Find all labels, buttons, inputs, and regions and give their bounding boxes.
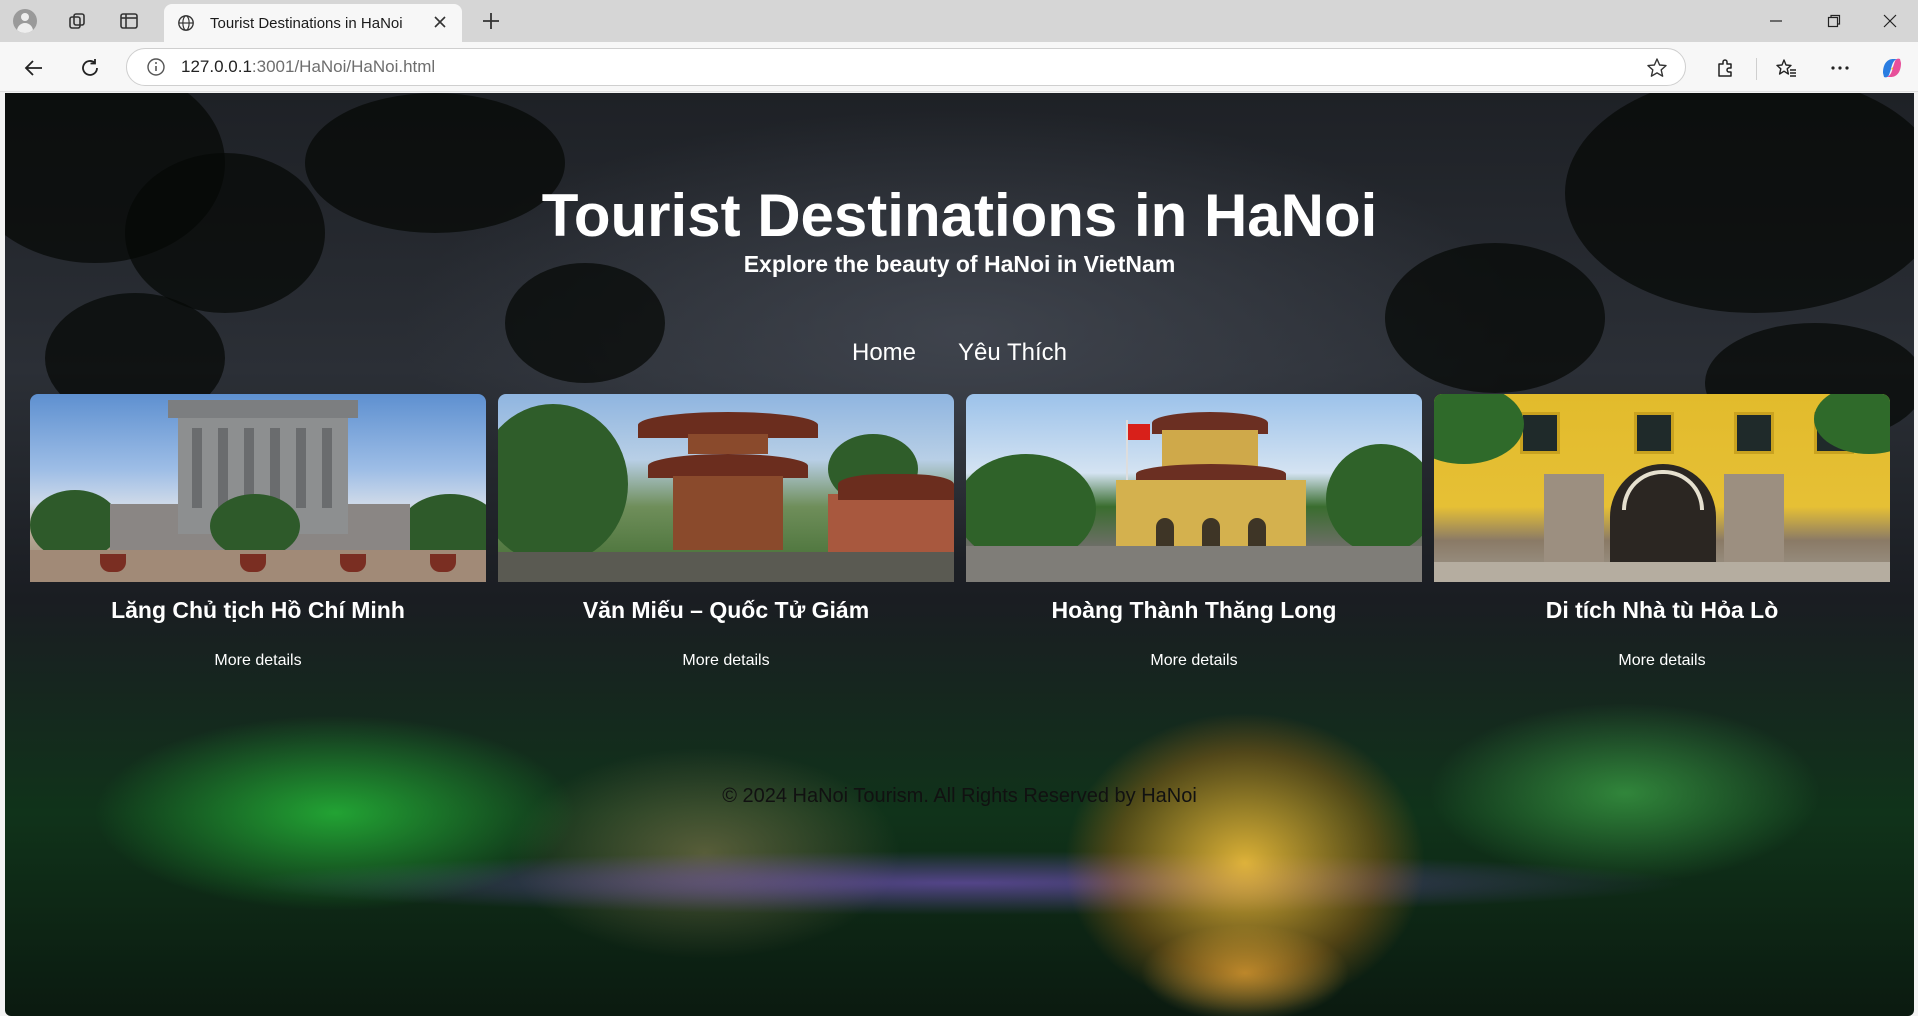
collections-icon[interactable] xyxy=(62,6,92,36)
destination-name: Văn Miếu – Quốc Tử Giám xyxy=(582,597,870,623)
url-path: :3001/HaNoi/HaNoi.html xyxy=(251,57,436,76)
browser-tab-bar: Tourist Destinations in HaNoi xyxy=(0,0,1918,42)
url-text: 127.0.0.1:3001/HaNoi/HaNoi.html xyxy=(181,57,435,77)
globe-icon xyxy=(176,13,196,33)
url-host: 127.0.0.1 xyxy=(181,57,252,76)
copilot-icon[interactable] xyxy=(1876,52,1908,84)
destination-card: Văn Miếu – Quốc Tử Giám More details xyxy=(498,394,954,669)
more-options-icon[interactable] xyxy=(1824,52,1856,84)
window-close-icon[interactable] xyxy=(1862,0,1918,42)
minimize-icon[interactable] xyxy=(1748,0,1804,42)
destination-name: Hoàng Thành Thăng Long xyxy=(1051,597,1337,623)
favorites-icon[interactable] xyxy=(1770,52,1802,84)
vertical-tabs-icon[interactable] xyxy=(114,6,144,36)
url-field[interactable]: 127.0.0.1:3001/HaNoi/HaNoi.html xyxy=(126,48,1686,86)
destination-photo[interactable] xyxy=(498,394,954,582)
page-subtitle: Explore the beauty of HaNoi in VietNam xyxy=(743,251,1176,277)
tab-close-icon[interactable] xyxy=(430,12,450,35)
main-menu: Home Yêu Thích xyxy=(5,339,1914,367)
destination-photo[interactable] xyxy=(30,394,486,582)
profile-icon[interactable] xyxy=(10,6,40,36)
page-viewport: Tourist Destinations in HaNoi Explore th… xyxy=(5,93,1914,1016)
destination-card: Di tích Nhà tù Hỏa Lò More details xyxy=(1434,394,1890,669)
more-details-link[interactable]: More details xyxy=(1434,652,1890,670)
site-info-icon[interactable] xyxy=(145,56,167,78)
more-details-link[interactable]: More details xyxy=(966,652,1422,670)
new-tab-button[interactable] xyxy=(476,6,506,36)
destination-cards: Lăng Chủ tịch Hồ Chí Minh More details V… xyxy=(30,394,1890,669)
page-footer: © 2024 HaNoi Tourism. All Rights Reserve… xyxy=(722,785,1197,807)
destination-photo[interactable] xyxy=(1434,394,1890,582)
destination-card: Hoàng Thành Thăng Long More details xyxy=(966,394,1422,669)
address-bar: 127.0.0.1:3001/HaNoi/HaNoi.html xyxy=(0,42,1918,92)
more-details-link[interactable]: More details xyxy=(30,652,486,670)
page-title: Tourist Destinations in HaNoi xyxy=(541,182,1378,249)
favorite-star-icon[interactable] xyxy=(1645,56,1669,80)
tab-title: Tourist Destinations in HaNoi xyxy=(210,14,403,32)
restore-icon[interactable] xyxy=(1806,0,1862,42)
back-arrow-icon[interactable] xyxy=(18,52,50,84)
active-tab[interactable]: Tourist Destinations in HaNoi xyxy=(164,4,462,42)
destination-photo[interactable] xyxy=(966,394,1422,582)
toolbar-separator xyxy=(1756,58,1757,80)
more-details-link[interactable]: More details xyxy=(498,652,954,670)
destination-name: Lăng Chủ tịch Hồ Chí Minh xyxy=(111,597,405,623)
destination-card: Lăng Chủ tịch Hồ Chí Minh More details xyxy=(30,394,486,669)
menu-home-link[interactable]: Home xyxy=(852,339,916,367)
menu-favorites-link[interactable]: Yêu Thích xyxy=(958,339,1067,367)
destination-name: Di tích Nhà tù Hỏa Lò xyxy=(1545,597,1779,623)
reload-icon[interactable] xyxy=(74,52,106,84)
extensions-icon[interactable] xyxy=(1709,52,1741,84)
